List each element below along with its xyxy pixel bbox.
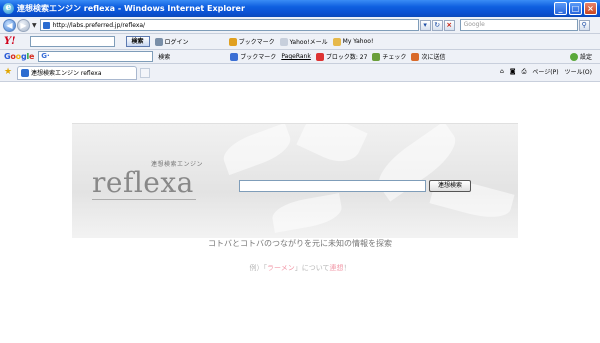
address-bar: ◀ ▶ ▼ http://labs.preferred.jp/reflexa/ … [0, 17, 600, 34]
plant-decoration [270, 193, 344, 233]
maximize-button[interactable]: □ [569, 2, 582, 15]
yahoo-mail[interactable]: Yahoo!メール [279, 37, 328, 46]
star-icon [230, 52, 239, 61]
settings-icon [569, 52, 578, 61]
google-search-input[interactable]: G· [38, 51, 154, 62]
page-icon [21, 68, 29, 77]
close-button[interactable]: × [584, 2, 597, 15]
google-bookmark[interactable]: ブックマーク [230, 52, 276, 61]
ie-icon: e [3, 3, 14, 14]
new-tab-button[interactable] [140, 67, 150, 78]
google-search-button[interactable]: 検索 [158, 52, 170, 61]
yahoo-toolbar: Y! 検索 ログイン ブックマーク Yahoo!メール My Yahoo! [0, 34, 600, 50]
window-titlebar: e 連想検索エンジン reflexa - Windows Internet Ex… [0, 0, 600, 17]
yahoo-logo[interactable]: Y! [4, 36, 16, 47]
yahoo-bookmark[interactable]: ブックマーク [228, 37, 275, 46]
bookmark-star-icon [228, 37, 237, 46]
plant-decoration [218, 124, 296, 176]
page-content: 連想検索エンジン reflexa 連想検索 コトバとコトバのつながりを元に未知の… [0, 83, 600, 343]
yahoo-search-input[interactable] [29, 36, 115, 47]
url-field[interactable]: http://labs.preferred.jp/reflexa/ [39, 19, 419, 31]
page-menu[interactable]: ページ(P) [532, 67, 558, 76]
search-icon[interactable]: ⚲ [578, 19, 590, 31]
command-bar: ⌂ ◙ ⎙ ページ(P) ツール(O) [500, 67, 592, 77]
spellcheck-icon [372, 52, 381, 61]
forward-button[interactable]: ▶ [17, 18, 30, 32]
window-controls: _ □ × [554, 2, 597, 15]
history-dropdown-icon[interactable]: ▼ [32, 22, 37, 29]
stop-button[interactable]: × [443, 19, 455, 31]
google-sendto[interactable]: 次に送信 [411, 52, 445, 61]
sendto-icon [411, 52, 420, 61]
window-title: 連想検索エンジン reflexa - Windows Internet Expl… [17, 4, 245, 13]
live-search-input[interactable]: Google [459, 19, 578, 31]
home-icon[interactable]: ⌂ [500, 68, 504, 75]
my-yahoo[interactable]: My Yahoo! [332, 37, 373, 46]
query-input[interactable] [239, 180, 426, 192]
plant-decoration [296, 124, 368, 170]
yahoo-login[interactable]: ログイン [154, 37, 189, 46]
associative-search-button[interactable]: 連想検索 [429, 180, 471, 192]
url-dropdown-button[interactable]: ▾ [419, 19, 431, 31]
google-settings[interactable]: 設定 [569, 52, 592, 61]
favorites-star-icon[interactable]: ★ [4, 67, 12, 77]
tools-menu[interactable]: ツール(O) [565, 67, 592, 76]
minimize-button[interactable]: _ [554, 2, 567, 15]
mail-icon [279, 37, 288, 46]
hero-banner: 連想検索エンジン reflexa 連想検索 [72, 123, 518, 238]
print-icon[interactable]: ⎙ [522, 68, 527, 76]
example-action-link[interactable]: 連想 [330, 264, 344, 272]
google-pagerank[interactable]: PageRank [281, 53, 311, 60]
yahoo-search-button[interactable]: 検索 [125, 36, 150, 47]
url-text: http://labs.preferred.jp/reflexa/ [52, 21, 146, 29]
folder-icon [332, 37, 341, 46]
google-blocked[interactable]: ブロック数: 27 [315, 52, 367, 61]
feeds-icon[interactable]: ◙ [510, 68, 516, 75]
refresh-button[interactable]: ↻ [431, 19, 443, 31]
tab-bar: ★ 連想検索エンジン reflexa ⌂ ◙ ⎙ ページ(P) ツール(O) [0, 64, 600, 82]
example-line: 例）「ラーメン」について連想！ [249, 264, 351, 272]
google-toolbar: Google G· 検索 ブックマーク PageRank ブロック数: 27 チ… [0, 50, 600, 64]
login-icon [154, 37, 163, 46]
reflexa-logo: reflexa [92, 166, 194, 199]
logo-underline [92, 199, 196, 200]
tagline: コトバとコトバのつながりを元に未知の情報を探索 [208, 239, 392, 248]
tab-reflexa[interactable]: 連想検索エンジン reflexa [17, 65, 137, 80]
google-logo[interactable]: Google [4, 52, 34, 61]
back-button[interactable]: ◀ [3, 18, 16, 32]
google-spellcheck[interactable]: チェック [372, 52, 406, 61]
page-icon [42, 21, 50, 29]
blocked-icon [315, 52, 324, 61]
example-keyword-link[interactable]: ラーメン [267, 264, 295, 272]
